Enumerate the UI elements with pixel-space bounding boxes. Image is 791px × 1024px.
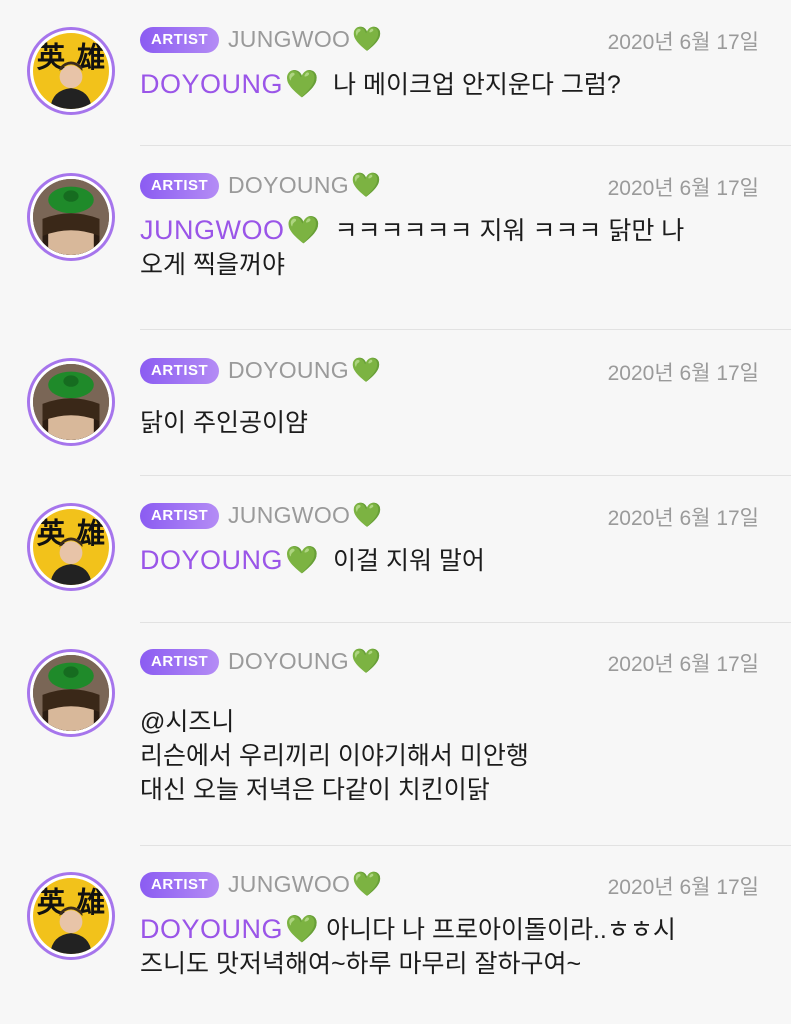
svg-text:英: 英: [37, 40, 66, 74]
comment-line: 이걸 지워 말어: [319, 547, 485, 575]
artist-badge: ARTIST: [140, 649, 220, 675]
svg-text:英: 英: [37, 516, 66, 550]
svg-text:雄: 雄: [76, 885, 106, 919]
mention-name: JUNGWOO: [140, 215, 285, 245]
green-heart-icon: 💚: [350, 648, 382, 675]
svg-text:英: 英: [37, 885, 66, 919]
target-name: DOYOUNG: [228, 357, 349, 383]
comment-target[interactable]: DOYOUNG💚: [228, 647, 381, 676]
comment-text: @시즈니 리슨에서 우리끼리 이야기해서 미안행 대신 오늘 저녁은 다같이 치…: [140, 705, 755, 807]
svg-text:雄: 雄: [76, 516, 106, 550]
green-heart-icon: 💚: [285, 914, 320, 944]
comment-text: JUNGWOO💚 ㅋㅋㅋㅋㅋㅋ 지워 ㅋㅋㅋ 닭만 나 오게 찍을꺼야: [140, 213, 755, 282]
comment-line: 대신 오늘 저녁은 다같이 치킨이닭: [140, 776, 490, 804]
comment-meta: ARTIST DOYOUNG💚 2020년 6월 17일: [140, 647, 759, 679]
comment-target[interactable]: JUNGWOO💚: [228, 25, 382, 54]
comment-text: DOYOUNG💚 아니다 나 프로아이돌이라..ㅎㅎ시 즈니도 맛저녁해여~하루…: [140, 912, 755, 981]
comment-date: 2020년 6월 17일: [607, 507, 759, 530]
mention-name: DOYOUNG: [140, 69, 284, 99]
comment-line: 나 메이크업 안지운다 그럼?: [319, 71, 621, 99]
comment-date: 2020년 6월 17일: [607, 177, 759, 200]
target-name: JUNGWOO: [228, 502, 351, 528]
target-name: JUNGWOO: [228, 26, 351, 52]
jungwoo-avatar[interactable]: 英 雄: [27, 872, 115, 960]
divider: [140, 329, 791, 330]
doyoung-avatar[interactable]: [27, 173, 115, 261]
artist-badge: ARTIST: [140, 27, 220, 53]
target-name: DOYOUNG: [228, 172, 349, 198]
divider: [140, 475, 791, 476]
green-heart-icon: 💚: [285, 545, 320, 575]
comment-line: 닭이 주인공이얌: [140, 409, 308, 437]
comment-date: 2020년 6월 17일: [607, 31, 759, 54]
divider: [140, 622, 791, 623]
comment-line: 오게 찍을꺼야: [140, 251, 285, 279]
green-heart-icon: 💚: [350, 172, 382, 199]
divider: [140, 845, 791, 846]
comment-feed: 英 雄 ARTIST JUNGWOO💚 2020년 6월 17일 DOYOUNG…: [0, 0, 791, 1024]
green-heart-icon: 💚: [285, 69, 320, 99]
mention-tag[interactable]: DOYOUNG💚: [140, 545, 319, 575]
comment-text: DOYOUNG💚 이걸 지워 말어: [140, 543, 755, 578]
green-heart-icon: 💚: [286, 215, 321, 245]
comment-date: 2020년 6월 17일: [607, 653, 759, 676]
comment-line: 즈니도 맛저녁해여~하루 마무리 잘하구여~: [140, 950, 582, 978]
doyoung-avatar[interactable]: [27, 649, 115, 737]
artist-badge: ARTIST: [140, 173, 220, 199]
comment-meta: ARTIST JUNGWOO💚 2020년 6월 17일: [140, 25, 759, 57]
mention-tag[interactable]: DOYOUNG💚: [140, 69, 319, 99]
doyoung-avatar[interactable]: [27, 358, 115, 446]
jungwoo-avatar[interactable]: 英 雄: [27, 503, 115, 591]
mention-name: DOYOUNG: [140, 914, 284, 944]
comment-line: ㅋㅋㅋㅋㅋㅋ 지워 ㅋㅋㅋ 닭만 나: [320, 217, 685, 245]
comment-target[interactable]: JUNGWOO💚: [228, 501, 382, 530]
comment-target[interactable]: DOYOUNG💚: [228, 356, 381, 385]
comment-meta: ARTIST JUNGWOO💚 2020년 6월 17일: [140, 501, 759, 533]
artist-badge: ARTIST: [140, 503, 220, 529]
green-heart-icon: 💚: [352, 871, 383, 898]
artist-badge: ARTIST: [140, 358, 220, 384]
comment-text: 닭이 주인공이얌: [140, 406, 755, 440]
jungwoo-avatar[interactable]: 英 雄: [27, 27, 115, 115]
green-heart-icon: 💚: [352, 26, 383, 53]
comment-target[interactable]: JUNGWOO💚: [228, 870, 382, 899]
comment-meta: ARTIST DOYOUNG💚 2020년 6월 17일: [140, 356, 759, 388]
comment-meta: ARTIST DOYOUNG💚 2020년 6월 17일: [140, 171, 759, 203]
comment-meta: ARTIST JUNGWOO💚 2020년 6월 17일: [140, 870, 759, 902]
comment-date: 2020년 6월 17일: [607, 362, 759, 385]
target-name: DOYOUNG: [228, 648, 349, 674]
comment-line: 아니다 나 프로아이돌이라..ㅎㅎ시: [319, 916, 676, 944]
comment-line: @시즈니: [140, 708, 235, 736]
mention-tag[interactable]: JUNGWOO💚: [140, 215, 321, 245]
target-name: JUNGWOO: [228, 871, 351, 897]
mention-name: DOYOUNG: [140, 545, 284, 575]
comment-line: 리슨에서 우리끼리 이야기해서 미안행: [140, 742, 529, 770]
svg-text:雄: 雄: [76, 40, 106, 74]
comment-date: 2020년 6월 17일: [607, 876, 759, 899]
green-heart-icon: 💚: [352, 502, 383, 529]
divider: [140, 145, 791, 146]
mention-tag[interactable]: DOYOUNG💚: [140, 914, 319, 944]
artist-badge: ARTIST: [140, 872, 220, 898]
green-heart-icon: 💚: [350, 357, 382, 384]
comment-text: DOYOUNG💚 나 메이크업 안지운다 그럼?: [140, 67, 755, 102]
comment-target[interactable]: DOYOUNG💚: [228, 171, 381, 200]
